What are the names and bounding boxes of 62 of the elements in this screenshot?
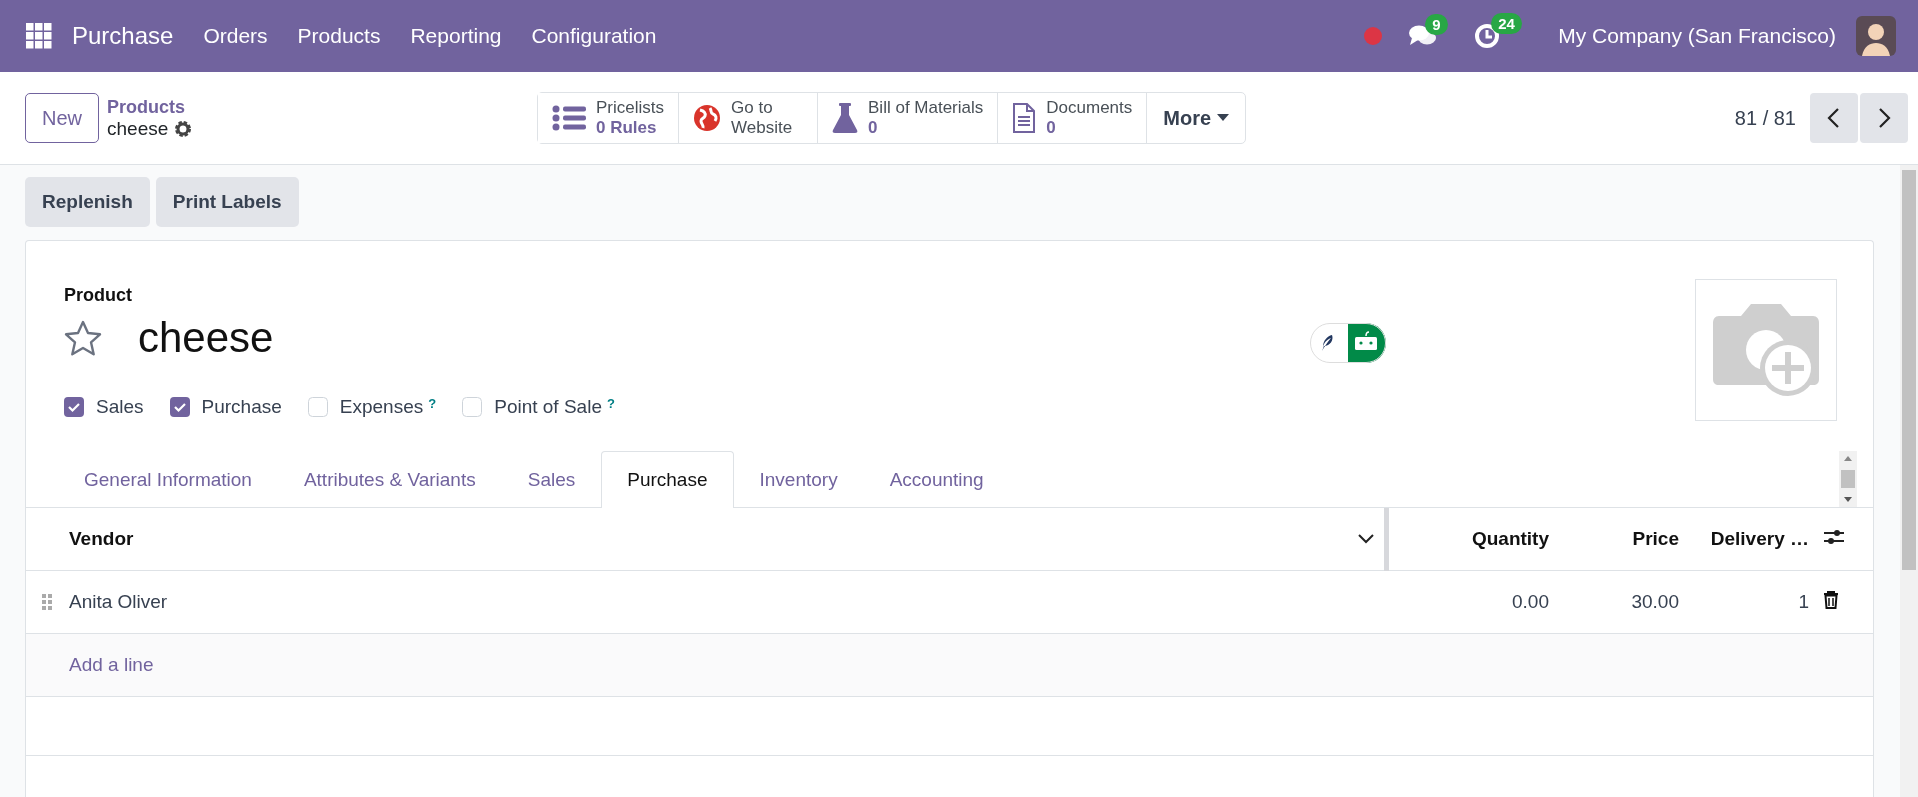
activity-count-badge: 24: [1491, 13, 1522, 34]
drag-handle-icon[interactable]: [42, 594, 52, 610]
more-button[interactable]: More: [1147, 93, 1246, 143]
table-cell: 0.00: [1512, 591, 1549, 612]
menu-item[interactable]: Reporting: [395, 24, 517, 48]
checkbox-label: Purchase: [201, 396, 282, 418]
scrollbar[interactable]: [1839, 451, 1857, 507]
checkbox-label: Expenses: [339, 396, 424, 418]
new-button[interactable]: New: [25, 93, 99, 143]
globe-icon: [693, 104, 722, 132]
column-header[interactable]: Vendor: [69, 528, 134, 550]
menu-item[interactable]: Configuration: [516, 24, 672, 48]
tab[interactable]: General Information: [58, 451, 278, 508]
action-button[interactable]: Replenish: [25, 177, 150, 227]
pager-value: 81 / 81: [1734, 106, 1796, 130]
product-name-field[interactable]: cheese: [138, 314, 274, 362]
column-header[interactable]: Price: [1632, 528, 1679, 549]
tab[interactable]: Accounting: [863, 451, 1010, 508]
menu-item[interactable]: Orders: [188, 24, 283, 48]
chevron-down-icon[interactable]: [1358, 534, 1374, 544]
column-header[interactable]: Delivery …: [1710, 528, 1809, 549]
menu-item[interactable]: Products: [282, 24, 396, 48]
tab[interactable]: Purchase: [601, 451, 734, 508]
help-tooltip[interactable]: ?: [428, 396, 437, 411]
company-switcher[interactable]: My Company (San Francisco): [1558, 24, 1836, 48]
add-line-link[interactable]: Add a line: [69, 654, 154, 675]
table-cell: 30.00: [1631, 591, 1679, 612]
settings-icon[interactable]: [174, 119, 193, 138]
tab[interactable]: Inventory: [733, 451, 864, 508]
field-label: Product: [64, 285, 133, 306]
message-count-badge: 9: [1425, 14, 1448, 35]
table-cell: 1: [1798, 591, 1809, 612]
next-button[interactable]: [1860, 93, 1908, 143]
favorite-star-icon[interactable]: [64, 320, 102, 356]
action-button[interactable]: Print Labels: [155, 177, 299, 227]
image-upload-field[interactable]: [1695, 279, 1837, 421]
checkbox-label: Sales: [96, 396, 144, 418]
previous-button[interactable]: [1810, 93, 1858, 143]
delete-icon[interactable]: [1823, 590, 1839, 609]
app-name[interactable]: Purchase: [52, 22, 189, 50]
document-icon: [1012, 103, 1037, 133]
list-icon: [552, 105, 586, 131]
caret-icon: [1217, 114, 1230, 122]
checkbox[interactable]: [64, 397, 84, 417]
smart-button[interactable]: Pricelists 0 Rules: [538, 93, 680, 143]
record-name: cheese: [107, 117, 169, 140]
checkbox[interactable]: [169, 397, 190, 417]
ai-toggle-icon[interactable]: [1310, 323, 1386, 363]
column-header[interactable]: Quantity: [1471, 528, 1549, 549]
breadcrumb-link[interactable]: Products: [107, 96, 537, 118]
tab[interactable]: Attributes & Variants: [277, 451, 502, 508]
recording-dot-icon[interactable]: [1364, 27, 1383, 45]
help-tooltip[interactable]: ?: [606, 396, 615, 411]
checkbox[interactable]: [307, 397, 328, 417]
table-cell: Anita Oliver: [69, 591, 168, 613]
checkbox[interactable]: [462, 397, 483, 417]
user-avatar[interactable]: [1856, 16, 1896, 56]
camera-plus-icon: [1711, 302, 1821, 398]
checkbox-label: Point of Sale: [494, 396, 602, 418]
tab[interactable]: Sales: [501, 451, 602, 508]
apps-menu-icon[interactable]: [26, 23, 52, 49]
flask-icon: [832, 103, 859, 133]
